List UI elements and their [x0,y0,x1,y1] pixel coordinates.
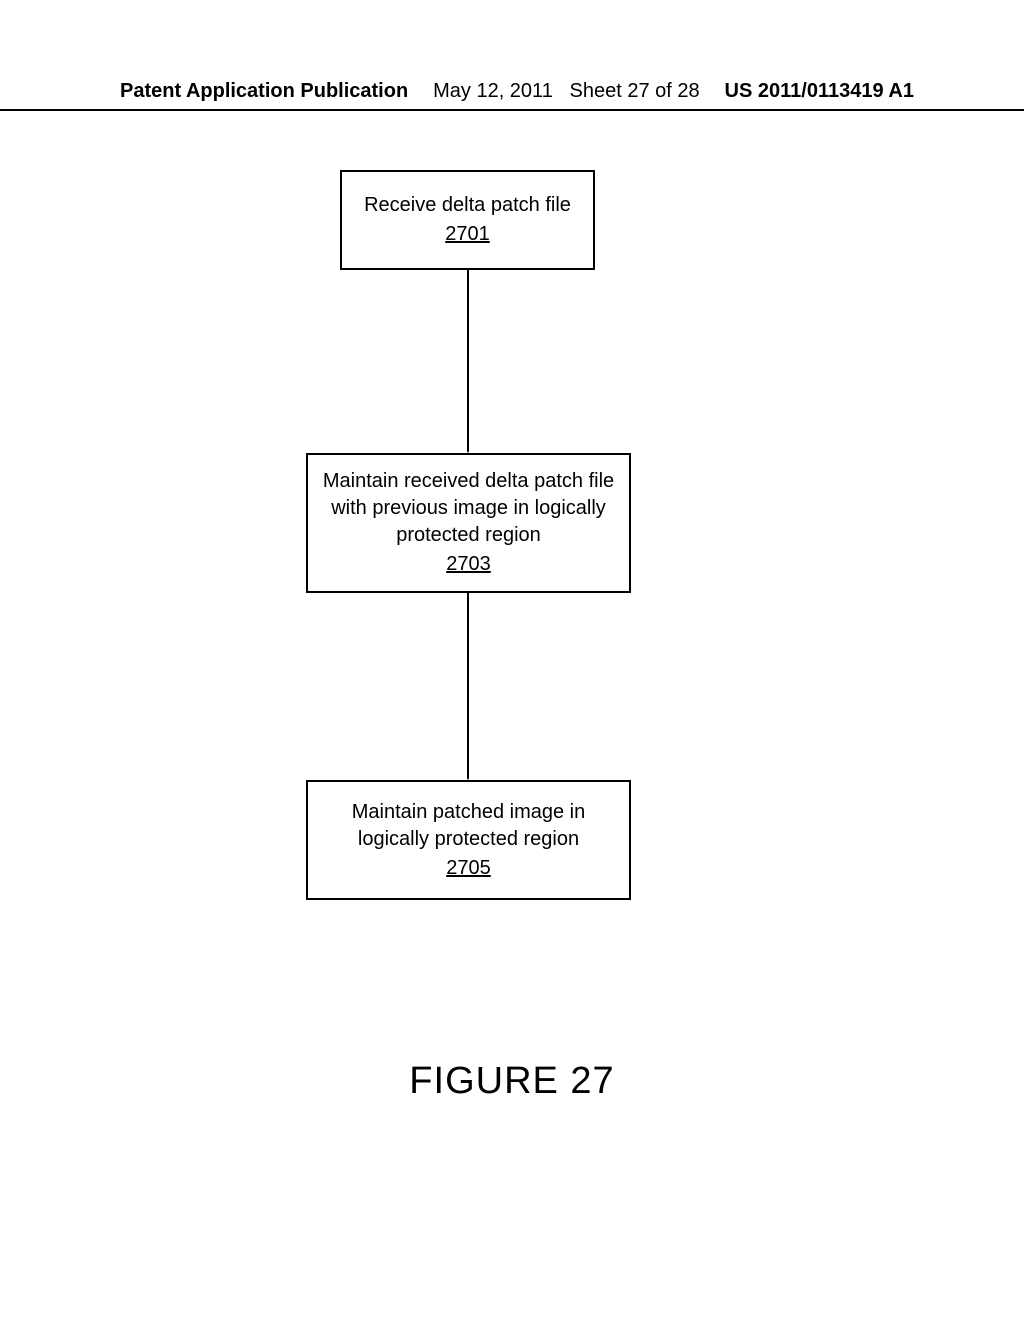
header-sheet: Sheet 27 of 28 [570,80,700,102]
flow-step-2: Maintain received delta patch file with … [306,453,631,593]
flow-step-2-text: Maintain received delta patch file with … [318,468,619,549]
flow-step-3-ref: 2705 [446,855,491,882]
header-date: May 12, 2011 [433,80,553,102]
flow-step-1: Receive delta patch file 2701 [340,170,595,270]
arrow-1 [467,270,469,453]
arrow-2 [467,593,469,780]
flow-step-2-ref: 2703 [446,551,491,578]
flow-step-1-text: Receive delta patch file [364,192,571,219]
page-header: Patent Application Publication May 12, 2… [0,80,1024,111]
flow-step-3-text: Maintain patched image in logically prot… [318,799,619,853]
header-right: US 2011/0113419 A1 [725,80,914,103]
page: Patent Application Publication May 12, 2… [0,0,1024,1320]
figure-label: FIGURE 27 [0,1060,1024,1103]
header-left: Patent Application Publication [120,80,408,103]
flowchart: Receive delta patch file 2701 Maintain r… [0,160,1024,1160]
header-center: May 12, 2011 Sheet 27 of 28 [433,80,700,103]
flow-step-1-ref: 2701 [445,221,490,248]
flow-step-3: Maintain patched image in logically prot… [306,780,631,900]
